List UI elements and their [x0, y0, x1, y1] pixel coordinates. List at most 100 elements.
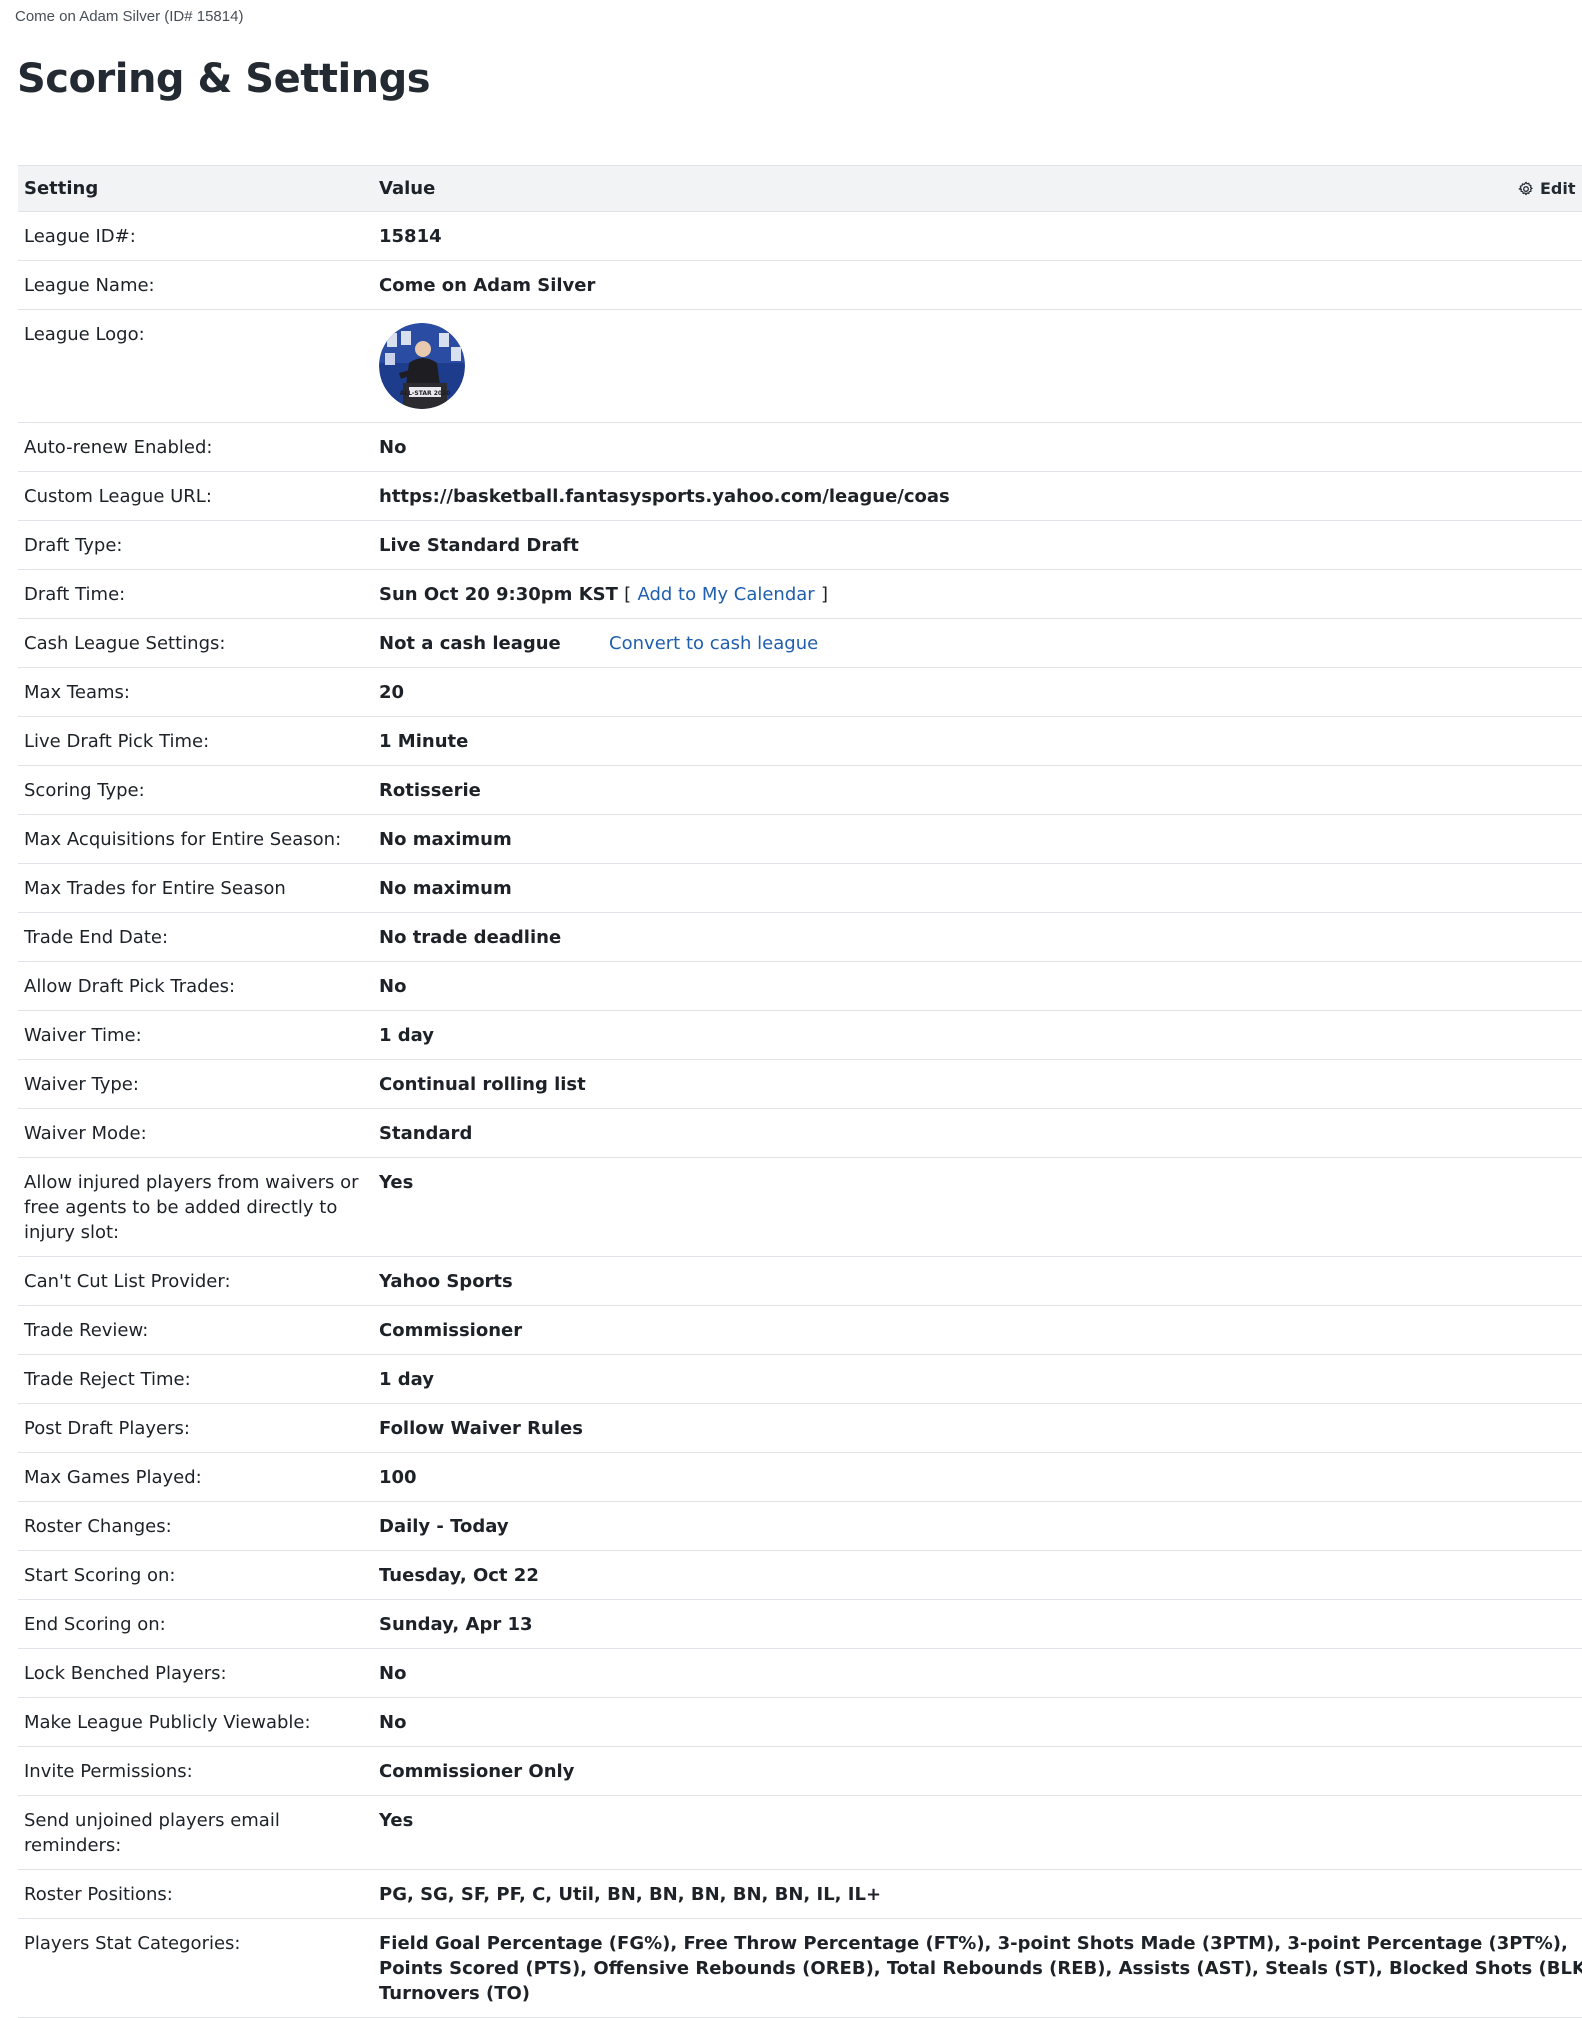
row-label: Custom League URL:: [18, 471, 373, 521]
row-value: Field Goal Percentage (FG%), Free Throw …: [373, 1918, 1582, 2018]
row-label: Waiver Time:: [18, 1010, 373, 1060]
table-row: Scoring Type: Rotisserie: [18, 765, 1582, 815]
row-value: Rotisserie: [373, 765, 1582, 815]
row-value: 1 Minute: [373, 716, 1582, 766]
page-title: Scoring & Settings: [17, 56, 431, 102]
table-row: Trade Review: Commissioner: [18, 1305, 1582, 1355]
row-label: Post Draft Players:: [18, 1403, 373, 1453]
row-value: No: [373, 422, 1582, 472]
row-value: 100: [373, 1452, 1582, 1502]
row-value: Yes: [373, 1157, 1582, 1257]
table-row: Lock Benched Players: No: [18, 1648, 1582, 1698]
table-row: Invite Permissions: Commissioner Only: [18, 1746, 1582, 1796]
table-row: Waiver Mode: Standard: [18, 1108, 1582, 1158]
edit-label: Edit: [1540, 179, 1576, 198]
row-value: No: [373, 1697, 1582, 1747]
table-row: Make League Publicly Viewable: No: [18, 1697, 1582, 1747]
league-logo-image: ALL-STAR 2020: [379, 323, 465, 409]
row-value: Commissioner Only: [373, 1746, 1582, 1796]
row-value: No maximum: [373, 814, 1582, 864]
row-label: Trade Reject Time:: [18, 1354, 373, 1404]
row-value: No maximum: [373, 863, 1582, 913]
row-label: Allow injured players from waivers or fr…: [18, 1157, 373, 1257]
row-label: League ID#:: [18, 211, 373, 261]
column-header-value: Value Edit: [373, 165, 1582, 212]
table-row: Allow injured players from waivers or fr…: [18, 1157, 1582, 1257]
table-row: Trade End Date: No trade deadline: [18, 912, 1582, 962]
row-label: Auto-renew Enabled:: [18, 422, 373, 472]
table-row: Max Games Played: 100: [18, 1452, 1582, 1502]
row-label: Start Scoring on:: [18, 1550, 373, 1600]
table-row: League Name: Come on Adam Silver: [18, 260, 1582, 310]
row-label: Trade End Date:: [18, 912, 373, 962]
row-value: Commissioner: [373, 1305, 1582, 1355]
table-row: Send unjoined players email reminders: Y…: [18, 1795, 1582, 1870]
column-header-setting: Setting: [18, 165, 373, 212]
row-value: Yes: [373, 1795, 1582, 1870]
table-row: Auto-renew Enabled: No: [18, 422, 1582, 472]
edit-settings-button[interactable]: Edit: [1518, 179, 1576, 198]
row-label: Max Games Played:: [18, 1452, 373, 1502]
bracket-close: ]: [820, 584, 829, 605]
settings-table-container: Setting Value Edit League ID#: 15814 Lea…: [18, 165, 1582, 2018]
table-row: End Scoring on: Sunday, Apr 13: [18, 1599, 1582, 1649]
table-row: Cash League Settings: Not a cash league …: [18, 618, 1582, 668]
row-value: PG, SG, SF, PF, C, Util, BN, BN, BN, BN,…: [373, 1869, 1582, 1919]
row-label: Waiver Mode:: [18, 1108, 373, 1158]
table-row: Draft Time: Sun Oct 20 9:30pm KST [ Add …: [18, 569, 1582, 619]
table-row: Players Stat Categories: Field Goal Perc…: [18, 1918, 1582, 2018]
breadcrumb: Come on Adam Silver (ID# 15814): [15, 8, 244, 25]
row-label: Draft Time:: [18, 569, 373, 619]
row-value: No: [373, 961, 1582, 1011]
row-value: Sun Oct 20 9:30pm KST [ Add to My Calend…: [373, 569, 1582, 619]
table-row: Roster Positions: PG, SG, SF, PF, C, Uti…: [18, 1869, 1582, 1919]
row-label: League Logo:: [18, 309, 373, 423]
row-value: ALL-STAR 2020: [373, 309, 1582, 423]
row-value: Daily - Today: [373, 1501, 1582, 1551]
row-label: Roster Changes:: [18, 1501, 373, 1551]
draft-time-value: Sun Oct 20 9:30pm KST: [379, 584, 618, 605]
row-value: No trade deadline: [373, 912, 1582, 962]
row-value: Live Standard Draft: [373, 520, 1582, 570]
column-header-value-label: Value: [379, 178, 436, 199]
table-row: League Logo: ALL-STAR 2020: [18, 309, 1582, 423]
settings-table: Setting Value Edit League ID#: 15814 Lea…: [18, 165, 1582, 2018]
table-row: Custom League URL: https://basketball.fa…: [18, 471, 1582, 521]
table-row: Max Teams: 20: [18, 667, 1582, 717]
row-value: Not a cash league Convert to cash league: [373, 618, 1582, 668]
row-label: Lock Benched Players:: [18, 1648, 373, 1698]
row-value: 15814: [373, 211, 1582, 261]
row-label: Cash League Settings:: [18, 618, 373, 668]
table-row: League ID#: 15814: [18, 211, 1582, 261]
table-row: Max Acquisitions for Entire Season: No m…: [18, 814, 1582, 864]
table-header-row: Setting Value Edit: [18, 165, 1582, 212]
row-value: Yahoo Sports: [373, 1256, 1582, 1306]
table-row: Waiver Type: Continual rolling list: [18, 1059, 1582, 1109]
row-label: Send unjoined players email reminders:: [18, 1795, 373, 1870]
row-value: 20: [373, 667, 1582, 717]
row-label: Can't Cut List Provider:: [18, 1256, 373, 1306]
row-label: Roster Positions:: [18, 1869, 373, 1919]
logo-text: ALL-STAR 2020: [400, 390, 451, 397]
row-label: Max Acquisitions for Entire Season:: [18, 814, 373, 864]
table-row: Roster Changes: Daily - Today: [18, 1501, 1582, 1551]
convert-to-cash-league-link[interactable]: Convert to cash league: [609, 633, 818, 654]
table-row: Waiver Time: 1 day: [18, 1010, 1582, 1060]
row-label: Draft Type:: [18, 520, 373, 570]
table-row: Allow Draft Pick Trades: No: [18, 961, 1582, 1011]
row-label: Max Trades for Entire Season: [18, 863, 373, 913]
row-label: Waiver Type:: [18, 1059, 373, 1109]
row-label: Players Stat Categories:: [18, 1918, 373, 2018]
gear-icon: [1518, 181, 1533, 195]
row-label: League Name:: [18, 260, 373, 310]
row-value: Follow Waiver Rules: [373, 1403, 1582, 1453]
row-label: End Scoring on:: [18, 1599, 373, 1649]
row-value: 1 day: [373, 1010, 1582, 1060]
table-row: Draft Type: Live Standard Draft: [18, 520, 1582, 570]
table-row: Post Draft Players: Follow Waiver Rules: [18, 1403, 1582, 1453]
row-label: Invite Permissions:: [18, 1746, 373, 1796]
add-to-calendar-link[interactable]: Add to My Calendar: [637, 584, 814, 605]
row-value: https://basketball.fantasysports.yahoo.c…: [373, 471, 1582, 521]
row-value: Continual rolling list: [373, 1059, 1582, 1109]
table-row: Live Draft Pick Time: 1 Minute: [18, 716, 1582, 766]
